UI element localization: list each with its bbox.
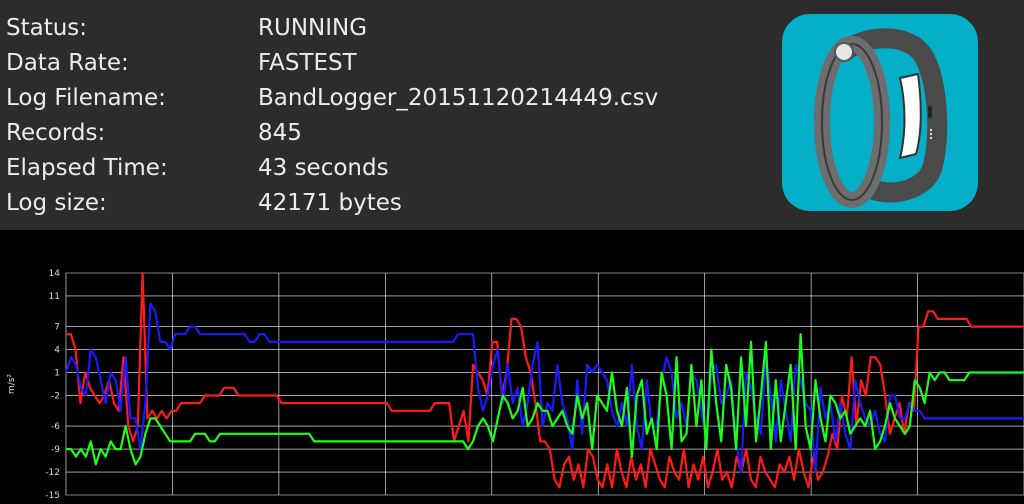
series-line-green [66,333,1024,466]
status-panel: Status: RUNNING Data Rate: FASTEST Log F… [0,0,1024,230]
status-value: RUNNING [258,15,368,41]
log-size-row: Log size: 42171 bytes [6,186,766,221]
records-row: Records: 845 [6,116,766,151]
series-line-red [66,271,1024,489]
y-tick-label: 11 [49,292,60,302]
records-value: 845 [258,120,302,146]
elapsed-time-value: 43 seconds [258,155,389,181]
band-icon [782,14,978,211]
status-label: Status: [6,15,88,41]
elapsed-time-label: Elapsed Time: [6,155,168,181]
y-tick-label: -12 [45,468,60,478]
y-tick-label: -9 [51,445,60,455]
series-line-blue [64,302,1024,474]
log-filename-row: Log Filename: BandLogger_20151120214449.… [6,81,766,116]
y-tick-label: -6 [51,422,60,432]
y-tick-label: 4 [54,346,60,356]
y-tick-label: 1 [54,369,60,379]
y-tick-label: 7 [54,323,60,333]
acceleration-chart: 14 11 7 4 1 -2 -6 -9 -12 -15 m/s² [0,230,1024,501]
y-tick-label: -15 [45,491,60,500]
y-tick-label: 14 [49,269,61,279]
log-size-value: 42171 bytes [258,190,402,216]
records-label: Records: [6,120,106,146]
status-row: Status: RUNNING [6,11,766,46]
log-filename-label: Log Filename: [6,85,166,111]
line-chart: 14 11 7 4 1 -2 -6 -9 -12 -15 m/s² [7,269,1024,501]
data-rate-label: Data Rate: [6,50,129,76]
data-rate-row: Data Rate: FASTEST [6,46,766,81]
log-filename-value: BandLogger_20151120214449.csv [258,85,659,111]
y-axis-label: m/s² [7,374,17,394]
y-tick-label: -2 [51,391,60,401]
log-size-label: Log size: [6,190,107,216]
data-rate-value: FASTEST [258,50,357,76]
elapsed-time-row: Elapsed Time: 43 seconds [6,151,766,186]
